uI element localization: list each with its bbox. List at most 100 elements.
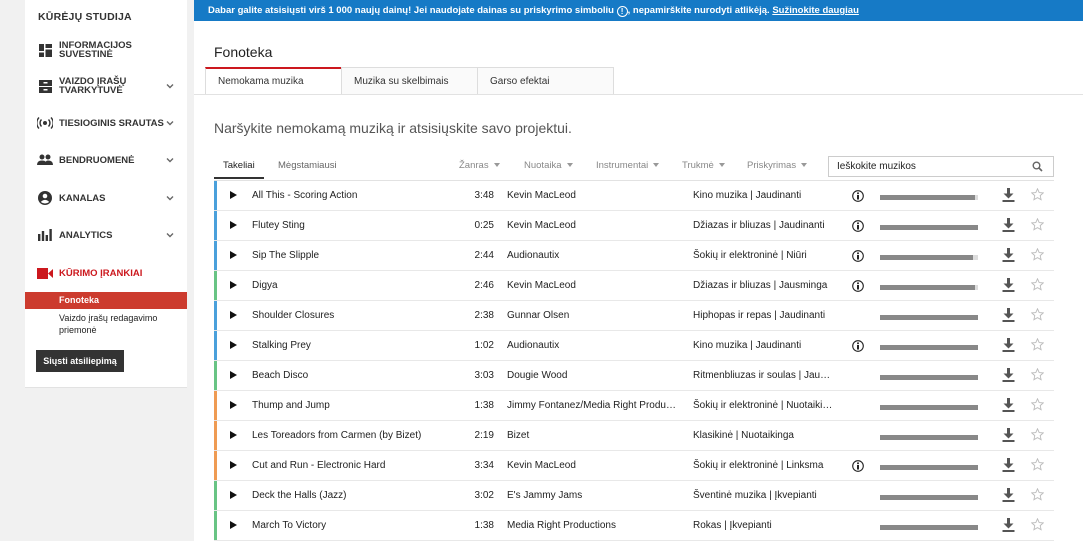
nav-video-manager[interactable]: VAIZDO ĮRAŠŲ TVARKYTUVĖ <box>25 71 187 101</box>
download-icon[interactable] <box>1002 308 1015 322</box>
track-artist[interactable]: Kevin MacLeod <box>507 181 679 211</box>
chevron-down-icon[interactable] <box>165 193 175 203</box>
chevron-down-icon[interactable] <box>165 155 175 165</box>
nav-create[interactable]: KŪRIMO ĮRANKIAI <box>25 258 187 288</box>
track-row[interactable]: Beach Disco 3:03 Dougie Wood Ritmenbliuzas … <box>214 361 1054 391</box>
download-icon[interactable] <box>1002 428 1015 442</box>
star-icon[interactable] <box>1031 248 1044 261</box>
download-icon[interactable] <box>1002 398 1015 412</box>
attribution-icon[interactable] <box>852 340 864 352</box>
attribution-icon[interactable] <box>852 220 864 232</box>
track-title: Beach Disco <box>252 370 309 381</box>
download-icon[interactable] <box>1002 368 1015 382</box>
tab-free-music[interactable]: Nemokama muzika <box>205 67 342 95</box>
play-icon[interactable] <box>230 341 237 349</box>
chevron-down-icon[interactable] <box>165 230 175 240</box>
search-input[interactable] <box>829 157 1025 176</box>
star-icon[interactable] <box>1031 488 1044 501</box>
chevron-down-icon[interactable] <box>165 81 175 91</box>
track-row[interactable]: Shoulder Closures 2:38 Gunnar Olsen Hiphopa… <box>214 301 1054 331</box>
nav-dashboard[interactable]: INFORMACIJOS SUVESTINĖ <box>25 35 187 65</box>
tab-favorites[interactable]: Mėgstamiausi <box>269 157 346 179</box>
play-icon[interactable] <box>230 191 237 199</box>
play-icon[interactable] <box>230 491 237 499</box>
download-icon[interactable] <box>1002 458 1015 472</box>
track-row[interactable]: Deck the Halls (Jazz) 3:02 E's Jammy Jams Š… <box>214 481 1054 511</box>
download-icon[interactable] <box>1002 218 1015 232</box>
chevron-down-icon[interactable] <box>165 118 175 128</box>
star-icon[interactable] <box>1031 218 1044 231</box>
page-title: Fonoteka <box>214 44 273 60</box>
track-artist[interactable]: Kevin MacLeod <box>507 271 679 301</box>
star-icon[interactable] <box>1031 188 1044 201</box>
search-icon[interactable] <box>1032 161 1043 172</box>
track-row[interactable]: Cut and Run - Electronic Hard 3:34 Kevin M… <box>214 451 1054 481</box>
attribution-icon[interactable] <box>852 190 864 202</box>
attribution-filter[interactable]: Priskyrimas <box>747 157 808 175</box>
star-icon[interactable] <box>1031 398 1044 411</box>
sidebar-item-video-editor[interactable]: Vaizdo įrašų redagavimo priemonė <box>25 312 187 336</box>
star-icon[interactable] <box>1031 368 1044 381</box>
mood-filter[interactable]: Nuotaika <box>524 157 573 175</box>
star-icon[interactable] <box>1031 428 1044 441</box>
tab-ad-music[interactable]: Muzika su skelbimais <box>341 67 478 95</box>
track-artist[interactable]: Dougie Wood <box>507 361 679 391</box>
tab-sound-effects[interactable]: Garso efektai <box>477 67 614 95</box>
nav-analytics[interactable]: ANALYTICS <box>25 220 187 250</box>
track-artist[interactable]: Kevin MacLeod <box>507 451 679 481</box>
play-icon[interactable] <box>230 461 237 469</box>
play-icon[interactable] <box>230 401 237 409</box>
track-row[interactable]: Sip The Slipple 2:44 Audionautix Šokių ir e… <box>214 241 1054 271</box>
download-icon[interactable] <box>1002 488 1015 502</box>
caret-down-icon <box>801 163 808 167</box>
play-icon[interactable] <box>230 221 237 229</box>
play-icon[interactable] <box>230 251 237 259</box>
track-row[interactable]: Les Toreadors from Carmen (by Bizet) 2:19… <box>214 421 1054 451</box>
track-row[interactable]: Digya 2:46 Kevin MacLeod Džiazas ir bliuzas… <box>214 271 1054 301</box>
star-icon[interactable] <box>1031 308 1044 321</box>
track-row[interactable]: Thump and Jump 1:38 Jimmy Fontanez/Media R… <box>214 391 1054 421</box>
nav-community[interactable]: BENDRUOMENĖ <box>25 145 187 175</box>
star-icon[interactable] <box>1031 518 1044 531</box>
duration-filter[interactable]: Trukmė <box>682 157 725 175</box>
track-duration: 3:03 <box>474 370 494 381</box>
track-artist[interactable]: Audionautix <box>507 241 679 271</box>
play-icon[interactable] <box>230 281 237 289</box>
attribution-icon[interactable] <box>852 460 864 472</box>
attribution-icon[interactable] <box>852 250 864 262</box>
download-icon[interactable] <box>1002 248 1015 262</box>
track-artist[interactable]: Jimmy Fontanez/Media Right Produc... <box>507 391 679 421</box>
star-icon[interactable] <box>1031 278 1044 291</box>
genre-color-marker <box>214 451 217 480</box>
star-icon[interactable] <box>1031 338 1044 351</box>
nav-live-streaming[interactable]: TIESIOGINIS SRAUTAS <box>25 108 187 138</box>
play-icon[interactable] <box>230 311 237 319</box>
nav-channel[interactable]: KANALAS <box>25 183 187 213</box>
genre-color-marker <box>214 181 217 210</box>
instrument-filter[interactable]: Instrumentai <box>596 157 660 175</box>
download-icon[interactable] <box>1002 188 1015 202</box>
tab-tracks[interactable]: Takeliai <box>214 157 264 179</box>
send-feedback-button[interactable]: Siųsti atsiliepimą <box>36 350 124 372</box>
download-icon[interactable] <box>1002 338 1015 352</box>
attribution-icon[interactable] <box>852 280 864 292</box>
track-artist[interactable]: Audionautix <box>507 331 679 361</box>
play-icon[interactable] <box>230 521 237 529</box>
learn-more-link[interactable]: Sužinokite daugiau <box>772 5 859 16</box>
star-icon[interactable] <box>1031 458 1044 471</box>
track-artist[interactable]: Kevin MacLeod <box>507 211 679 241</box>
track-artist[interactable]: Bizet <box>507 421 679 451</box>
play-icon[interactable] <box>230 431 237 439</box>
track-row[interactable]: Stalking Prey 1:02 Audionautix Kino muzika … <box>214 331 1054 361</box>
track-row[interactable]: Flutey Sting 0:25 Kevin MacLeod Džiazas ir … <box>214 211 1054 241</box>
play-icon[interactable] <box>230 371 237 379</box>
download-icon[interactable] <box>1002 278 1015 292</box>
track-row[interactable]: All This - Scoring Action 3:48 Kevin MacLe… <box>214 181 1054 211</box>
track-artist[interactable]: Gunnar Olsen <box>507 301 679 331</box>
download-icon[interactable] <box>1002 518 1015 532</box>
track-row[interactable]: March To Victory 1:38 Media Right Producti… <box>214 511 1054 541</box>
track-artist[interactable]: Media Right Productions <box>507 511 679 541</box>
sidebar-item-audio-library[interactable]: Fonoteka <box>25 292 187 309</box>
genre-filter[interactable]: Žanras <box>459 157 500 175</box>
track-artist[interactable]: E's Jammy Jams <box>507 481 679 511</box>
